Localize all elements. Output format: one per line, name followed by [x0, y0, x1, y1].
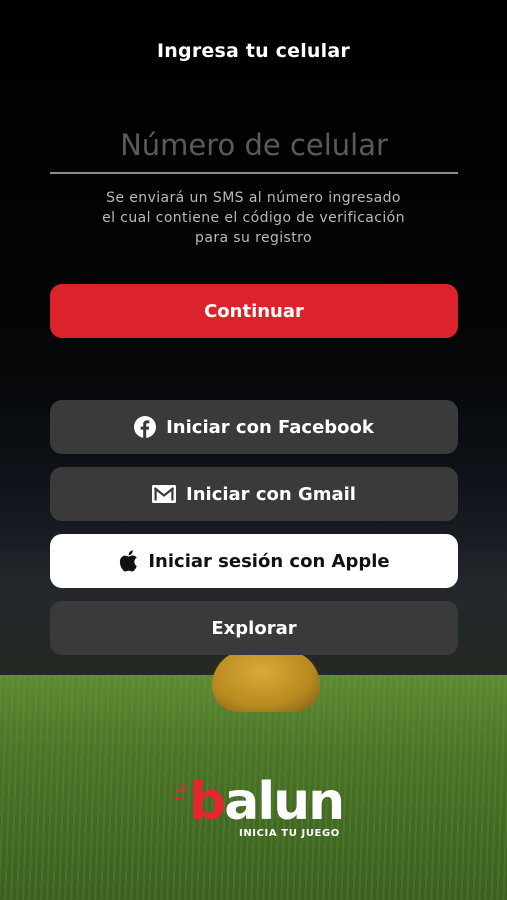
logo-wordmark: balun [189, 772, 345, 832]
balun-logo: balun INICIA TU JUEGO [174, 772, 345, 848]
gmail-login-label: Iniciar con Gmail [186, 483, 356, 505]
logo-letter-b: b [189, 772, 226, 832]
page-title: Ingresa tu celular [157, 40, 350, 62]
apple-login-button[interactable]: Iniciar sesión con Apple [50, 534, 458, 588]
apple-icon [118, 549, 138, 573]
sms-info-line-3: para su registro [195, 230, 312, 246]
background-ball [212, 650, 320, 712]
logo-letters-rest: alun [224, 772, 345, 832]
sms-info-line-2: el cual contiene el código de verificaci… [102, 210, 405, 226]
continue-button[interactable]: Continuar [50, 284, 458, 338]
facebook-login-label: Iniciar con Facebook [166, 416, 374, 438]
explore-button[interactable]: Explorar [50, 601, 458, 655]
mail-icon [152, 485, 177, 503]
facebook-login-button[interactable]: Iniciar con Facebook [50, 400, 458, 454]
continue-button-label: Continuar [204, 300, 304, 322]
apple-login-label: Iniciar sesión con Apple [148, 550, 390, 572]
sms-info-line-1: Se enviará un SMS al número ingresado [106, 190, 401, 206]
logo-tagline: INICIA TU JUEGO [239, 828, 340, 839]
sms-info-text: Se enviará un SMS al número ingresado el… [60, 188, 447, 248]
explore-button-label: Explorar [211, 617, 297, 639]
phone-number-input[interactable] [50, 118, 458, 174]
gmail-login-button[interactable]: Iniciar con Gmail [50, 467, 458, 521]
facebook-icon [134, 416, 157, 438]
